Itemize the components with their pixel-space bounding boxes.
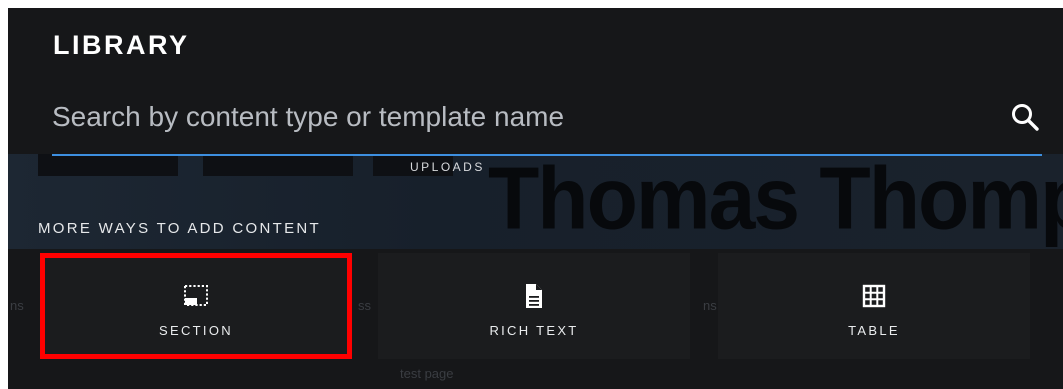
content-options: SECTION RICH TEXT TABLE xyxy=(40,253,1030,359)
search-bar xyxy=(52,80,1042,156)
table-label: TABLE xyxy=(848,323,900,338)
table-icon xyxy=(862,284,886,308)
background-heading: Thomas Thompson xyxy=(488,148,1063,248)
rich-text-button[interactable]: RICH TEXT xyxy=(378,253,690,359)
section-label: SECTION xyxy=(159,323,233,338)
rich-text-label: RICH TEXT xyxy=(489,323,579,338)
background-snippet: test page xyxy=(400,366,454,381)
background-bar xyxy=(203,154,353,176)
more-ways-heading: MORE WAYS TO ADD CONTENT xyxy=(38,220,321,237)
table-button[interactable]: TABLE xyxy=(718,253,1030,359)
library-title: LIBRARY xyxy=(53,30,190,60)
search-underline xyxy=(52,154,1042,156)
document-icon xyxy=(526,284,542,308)
section-icon xyxy=(184,285,208,306)
library-panel: Thomas Thompson ns ss ns test page LIBRA… xyxy=(8,8,1063,389)
background-snippet: ns xyxy=(10,298,24,313)
search-input[interactable] xyxy=(52,80,982,154)
uploads-tab[interactable]: UPLOADS xyxy=(410,160,485,174)
search-icon[interactable] xyxy=(1010,102,1040,132)
background-bar xyxy=(38,154,178,176)
section-button[interactable]: SECTION xyxy=(40,253,352,359)
